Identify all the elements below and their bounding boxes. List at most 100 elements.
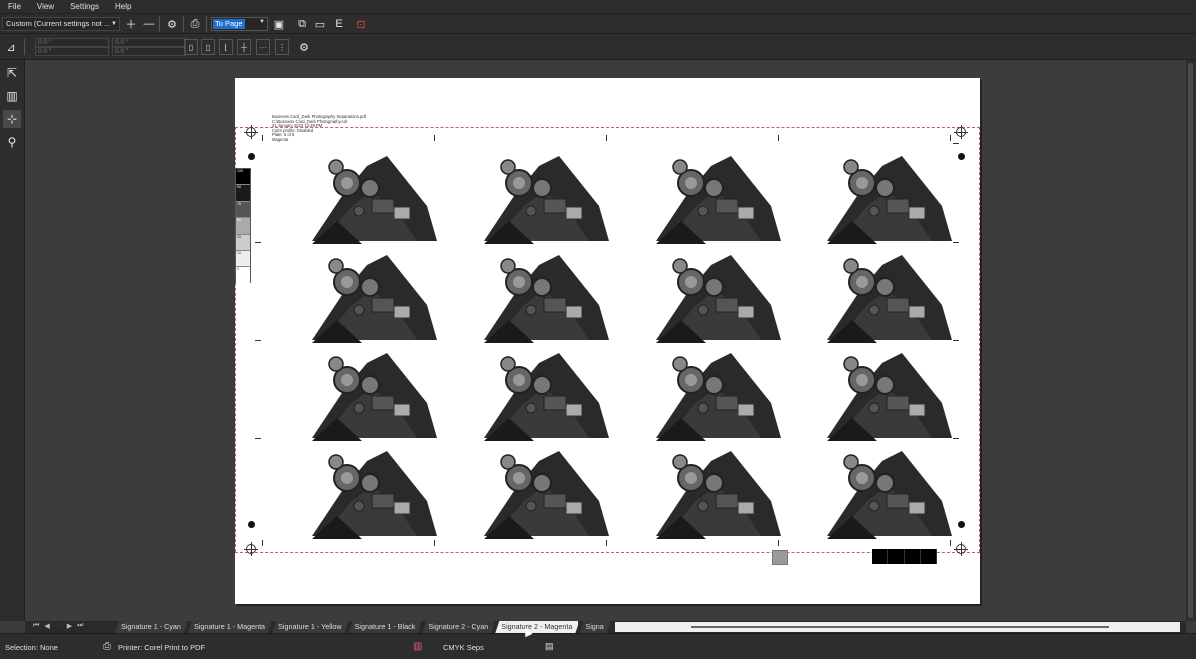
color-bar <box>872 549 937 564</box>
printer-status[interactable]: Printer: Corel Print to PDF <box>118 643 205 652</box>
distribute-vertical-icon[interactable]: ⋮ <box>275 39 289 55</box>
page-tab[interactable]: Signature 1 - Magenta <box>188 621 272 633</box>
selection-status: Selection: None <box>5 643 58 652</box>
crop-line-top <box>235 127 980 128</box>
density-patch: 50 <box>236 218 250 235</box>
page-tab[interactable]: Signature 1 - Cyan <box>115 621 188 633</box>
status-bar: Selection: None ⎙ Printer: Corel Print t… <box>0 633 1196 659</box>
full-screen-icon[interactable]: ▭ <box>313 17 327 31</box>
plus-icon[interactable]: ＋ <box>124 17 138 31</box>
page-tab-bar: ⏮ ◀ ⋯ ▶ ⏭ Signature 1 - Cyan Signature 1 … <box>25 621 1186 633</box>
menu-settings[interactable]: Settings <box>62 2 107 11</box>
page-tab[interactable]: Signa <box>579 621 610 633</box>
menu-view[interactable]: View <box>29 2 62 11</box>
page-tab[interactable]: Signature 2 - Cyan <box>422 621 495 633</box>
page-tab[interactable]: Signature 1 - Yellow <box>272 621 349 633</box>
density-patch: 0 <box>236 267 250 284</box>
camera-image <box>656 156 781 244</box>
imposition-layout-tool-icon[interactable]: ▥ <box>3 87 21 105</box>
document-info-icon[interactable]: ▤ <box>545 641 554 652</box>
vertical-scrollbar[interactable] <box>1186 60 1196 621</box>
printer-icon[interactable]: ⎙ <box>103 641 111 652</box>
color-mode-status[interactable]: CMYK Seps <box>443 643 484 652</box>
zoom-tool-icon[interactable]: ⚲ <box>3 133 21 151</box>
zoom-value: To Page <box>213 19 245 29</box>
multi-page-icon[interactable]: ⧉ <box>295 17 309 31</box>
camera-image <box>827 451 952 539</box>
preview-canvas[interactable]: Business Card_Dark Photography Separatio… <box>25 60 1186 621</box>
chevron-down-icon: ▼ <box>111 21 117 27</box>
density-scale: 100 90 75 50 25 10 0 <box>235 168 251 284</box>
pick-tool-icon[interactable]: ⇱ <box>3 64 21 82</box>
toolbar-divider <box>159 16 160 32</box>
page-slider-icon[interactable]: ⋯ <box>55 622 62 630</box>
first-page-icon[interactable]: ⏮ <box>33 622 39 630</box>
distribute-horizontal-icon[interactable]: ⋯ <box>256 39 270 55</box>
page-orientation-icon[interactable]: ▯ <box>184 39 198 55</box>
minus-icon[interactable]: — <box>142 17 156 31</box>
camera-image <box>484 156 609 244</box>
width-field[interactable]: 0.0 " <box>112 38 186 47</box>
printer-icon[interactable]: ⎙ <box>188 17 202 31</box>
menu-file[interactable]: File <box>0 2 29 11</box>
crop-mark <box>255 242 261 243</box>
registration-dot-icon <box>958 521 965 528</box>
last-page-icon[interactable]: ⏭ <box>77 622 83 630</box>
previous-page-icon[interactable]: ◀ <box>44 622 49 630</box>
density-patch: 100 <box>236 169 250 186</box>
crop-mark <box>434 135 435 141</box>
align-left-icon[interactable]: ⌊ <box>219 39 233 55</box>
camera-image <box>484 353 609 441</box>
page-tab[interactable]: Signature 1 - Black <box>349 621 423 633</box>
crop-mark <box>606 540 607 546</box>
crop-line-bottom <box>235 552 980 553</box>
color-separations-icon[interactable]: ▥ <box>413 641 422 652</box>
crop-mark <box>255 438 261 439</box>
preset-value: Custom (Current settings not ... <box>6 19 111 28</box>
registration-mark-icon <box>954 125 968 139</box>
crop-mark <box>953 143 959 144</box>
toolbar-divider <box>24 39 25 55</box>
crop-mark <box>262 540 263 546</box>
crop-mark <box>606 135 607 141</box>
menu-bar: File View Settings Help <box>0 0 1196 13</box>
scroll-thumb[interactable] <box>691 626 1109 628</box>
camera-image <box>827 353 952 441</box>
toolbox: ⇱ ▥ ⊹ ⚲ <box>0 60 25 621</box>
page-navigation: ⏮ ◀ ⋯ ▶ ⏭ <box>33 622 83 630</box>
camera-image <box>827 156 952 244</box>
fit-page-icon[interactable]: ▣ <box>272 17 286 31</box>
camera-image <box>484 451 609 539</box>
zoom-select[interactable]: To Page ▼ <box>211 17 268 31</box>
density-patch: 75 <box>236 201 250 219</box>
crop-mark <box>950 540 951 546</box>
crop-mark <box>434 540 435 546</box>
crop-mark <box>778 540 779 546</box>
marks-placement-tool-icon[interactable]: ⊹ <box>3 110 21 128</box>
close-preview-icon[interactable]: ⊡ <box>354 17 368 31</box>
layout-tool-icon[interactable]: ⊿ <box>4 40 18 54</box>
page-flip-icon[interactable]: ▯ <box>201 39 215 55</box>
gear-icon[interactable]: ⚙ <box>297 40 311 54</box>
next-page-icon[interactable]: ▶ <box>67 622 72 630</box>
crop-mark <box>262 135 263 141</box>
scroll-thumb[interactable] <box>1188 63 1193 618</box>
x-position-field[interactable]: 0.0 " <box>35 38 109 47</box>
center-icon[interactable]: ┼ <box>237 39 251 55</box>
registration-mark-icon <box>244 542 258 556</box>
registration-mark-icon <box>244 125 258 139</box>
enable-color-separations-icon[interactable]: E <box>332 17 346 31</box>
preset-select[interactable]: Custom (Current settings not ... ▼ <box>2 17 120 31</box>
horizontal-scrollbar[interactable] <box>615 622 1180 632</box>
camera-image <box>484 255 609 343</box>
height-field[interactable]: 0.0 " <box>112 47 186 56</box>
y-position-field[interactable]: 0.0 " <box>35 47 109 56</box>
camera-image <box>312 156 437 244</box>
page-info-separation: Magenta <box>272 136 289 142</box>
camera-image <box>656 353 781 441</box>
menu-help[interactable]: Help <box>107 2 139 11</box>
crop-mark <box>778 135 779 141</box>
gear-icon[interactable]: ⚙ <box>165 17 179 31</box>
page-tabs: Signature 1 - Cyan Signature 1 - Magenta S… <box>115 621 613 633</box>
page-tab[interactable]: Signature 2 - Magenta <box>495 621 579 633</box>
